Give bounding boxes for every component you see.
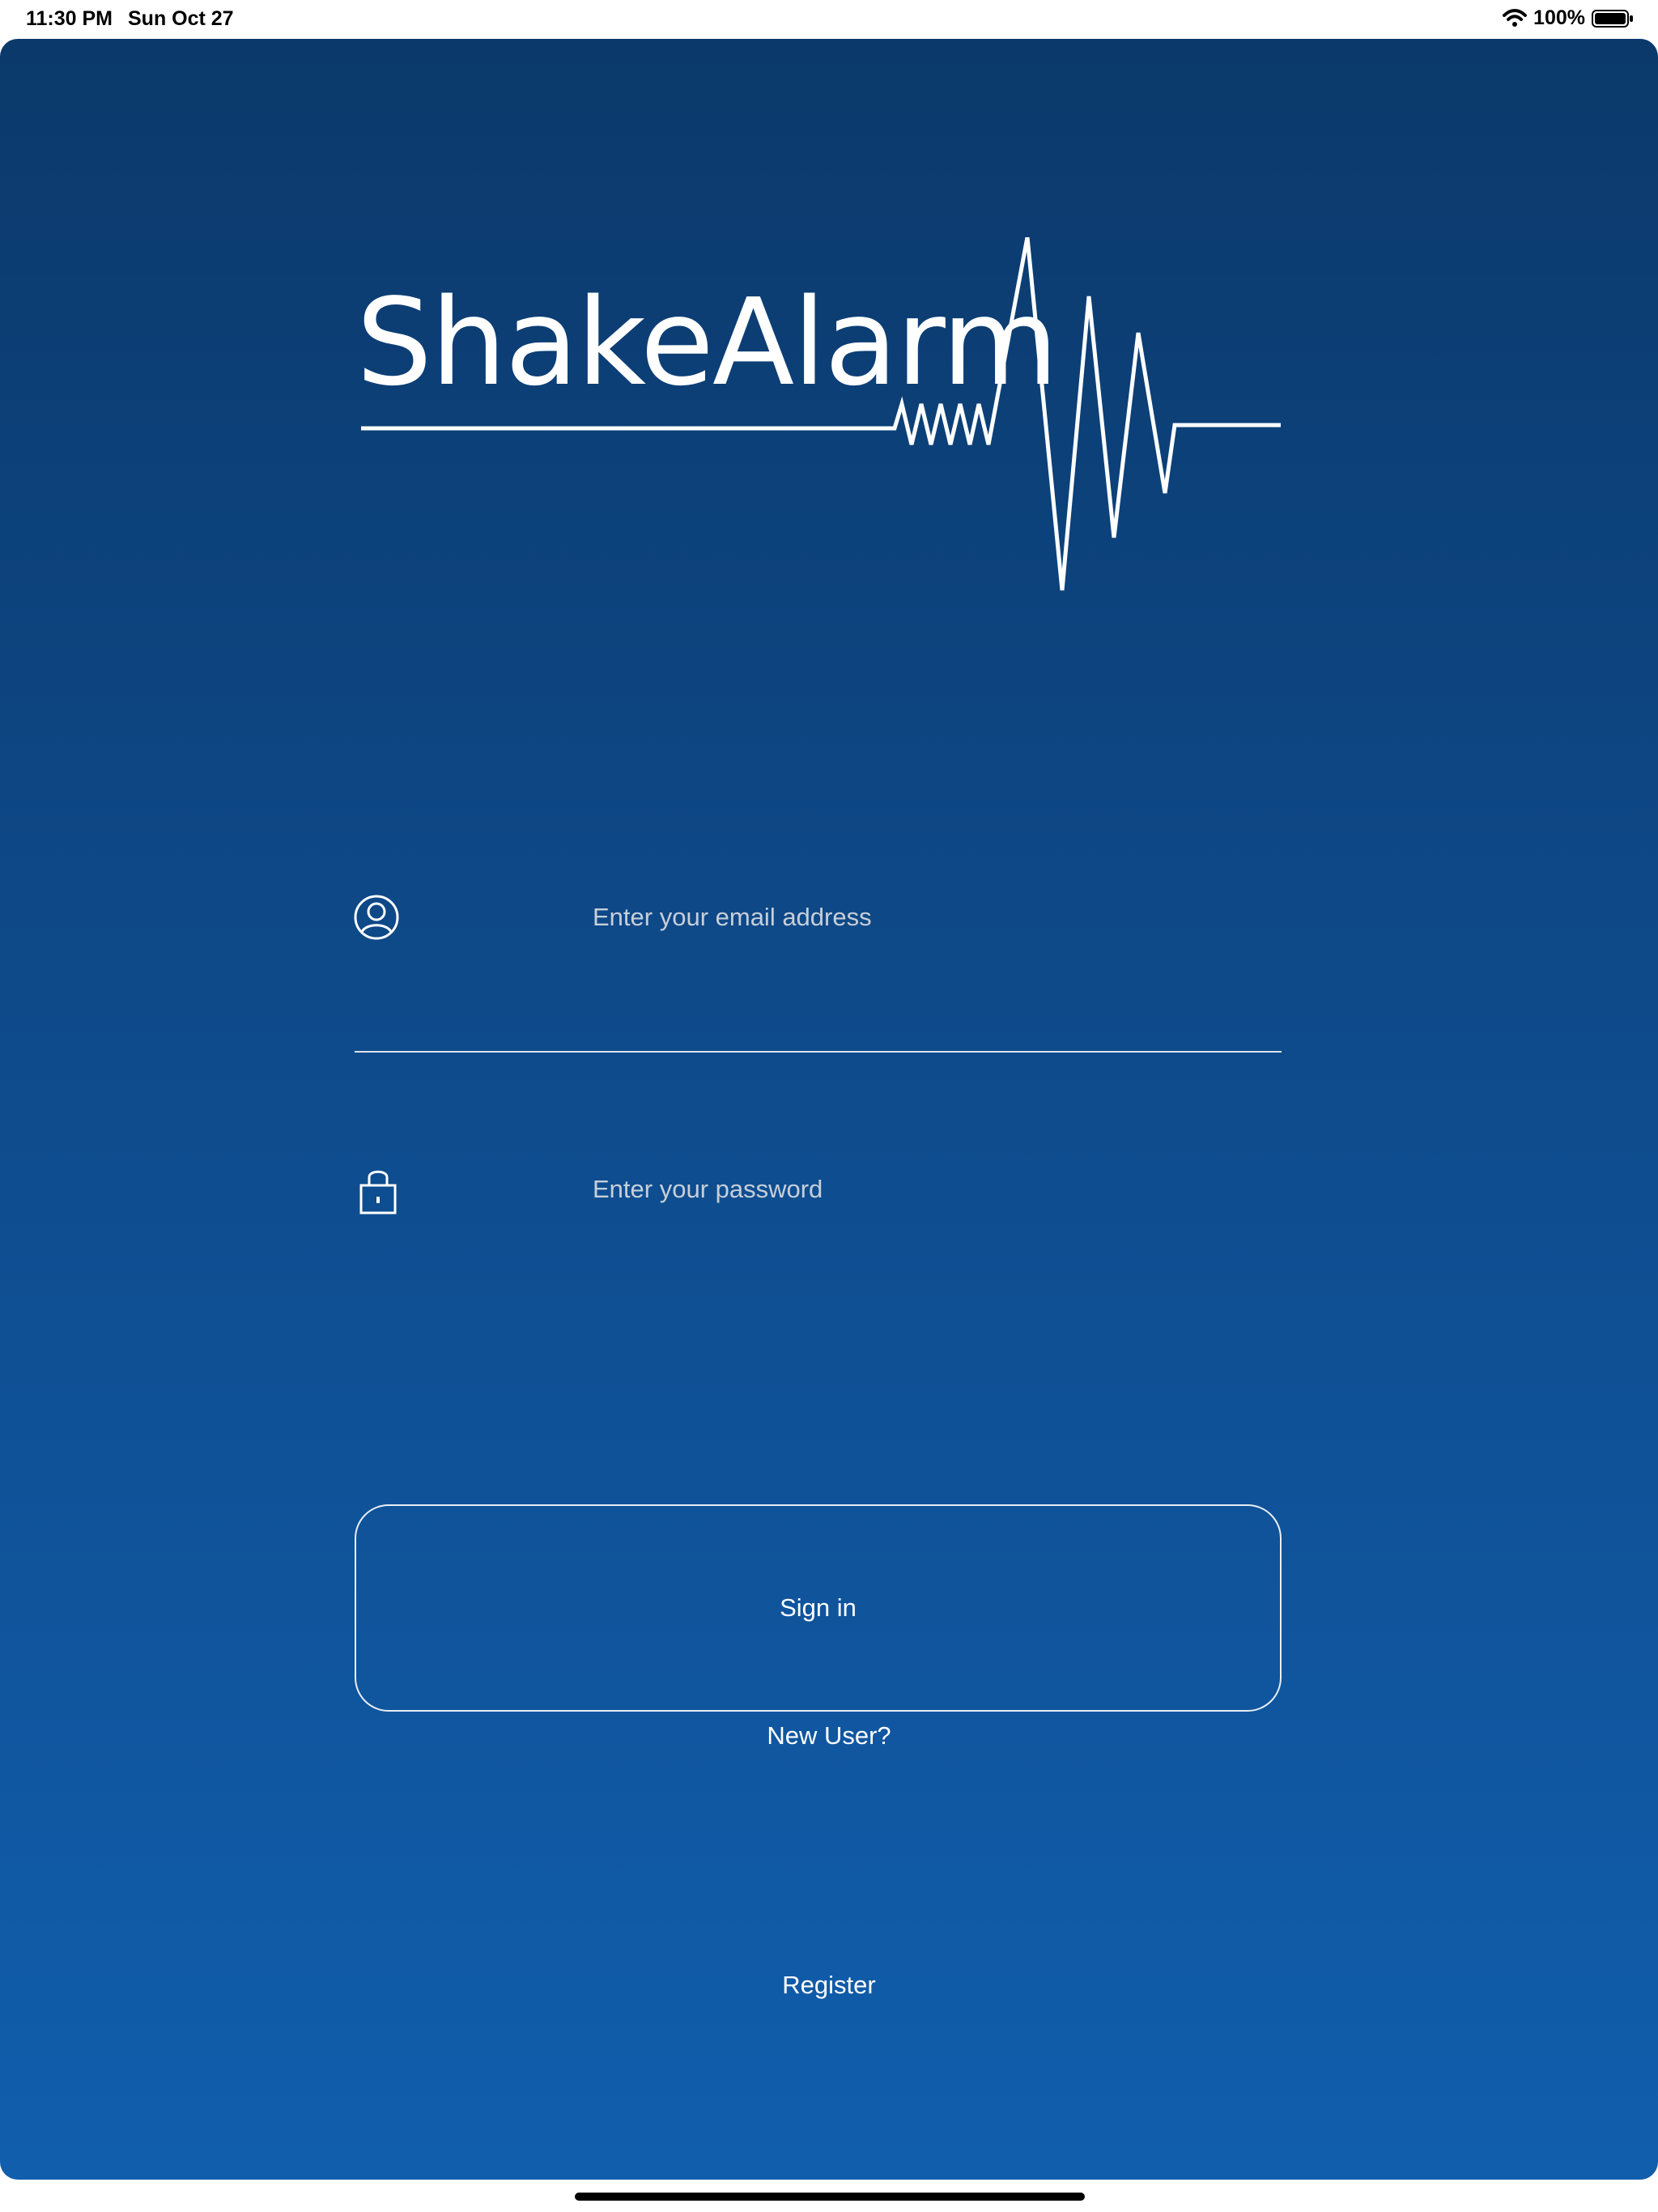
new-user-text: New User? xyxy=(767,1721,891,1750)
status-date: Sun Oct 27 xyxy=(128,7,234,30)
email-field[interactable] xyxy=(593,896,1281,938)
shakealarm-logo: ShakeAlarm xyxy=(356,237,1287,602)
battery-icon xyxy=(1592,9,1633,28)
user-circle-icon xyxy=(354,895,399,940)
wifi-icon xyxy=(1503,8,1528,27)
status-right-group: 100% xyxy=(1503,6,1634,30)
lock-icon xyxy=(359,1170,397,1214)
password-field[interactable] xyxy=(593,1168,1281,1210)
status-bar: 11:30 PM Sun Oct 27 100% xyxy=(0,0,1658,39)
sign-in-button[interactable]: Sign in xyxy=(355,1504,1282,1712)
register-button[interactable]: Register xyxy=(0,1971,1658,2000)
ipad-screen: 11:30 PM Sun Oct 27 100% ShakeAlarm Ente… xyxy=(0,0,1658,2212)
app-logo-text: ShakeAlarm xyxy=(356,273,1058,412)
battery-percent: 100% xyxy=(1533,6,1585,29)
status-time: 11:30 PM xyxy=(26,7,113,30)
email-field-underline xyxy=(355,1051,1282,1053)
login-screen: ShakeAlarm Sign in New User? Register xyxy=(0,39,1658,2180)
home-indicator xyxy=(575,2193,1085,2201)
